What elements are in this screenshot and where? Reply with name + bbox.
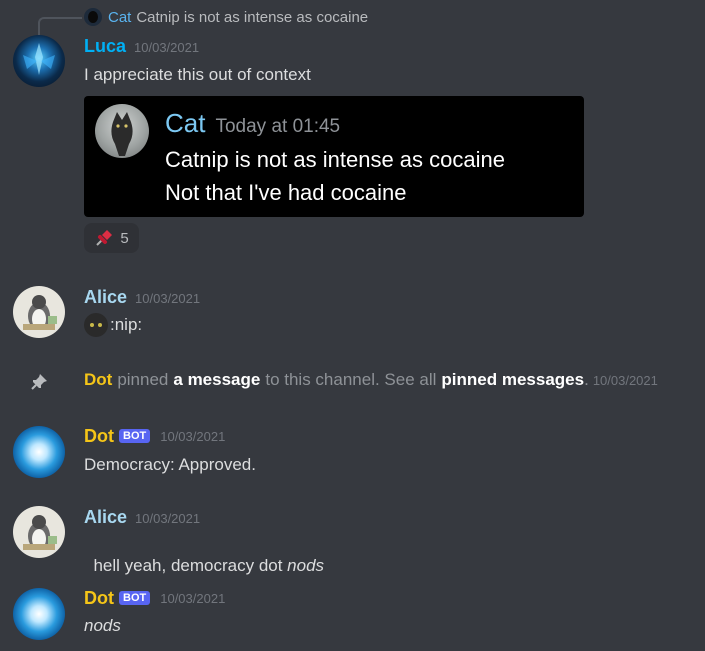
message-text: Democracy: Approved.: [84, 455, 256, 474]
message-text: I appreciate this out of context: [84, 65, 311, 84]
embed-author[interactable]: Cat: [165, 108, 205, 139]
message-embed: Cat Today at 01:45 Catnip is not as inte…: [84, 96, 584, 217]
timestamp: 10/03/2021: [134, 40, 200, 55]
message-text-italic: nods: [287, 556, 325, 575]
author-name[interactable]: Dot: [84, 426, 114, 447]
avatar-luca[interactable]: [13, 35, 65, 87]
message-text: :nip:: [110, 315, 143, 334]
nip-emoji-icon[interactable]: [84, 313, 108, 337]
avatar-dot[interactable]: [13, 426, 65, 478]
pin-icon: [31, 374, 47, 390]
system-text-3: .: [584, 370, 589, 389]
author-name[interactable]: Alice: [84, 287, 127, 308]
reaction-count: 5: [120, 229, 129, 247]
bot-badge: BOT: [119, 590, 151, 605]
timestamp: 10/03/2021: [135, 291, 201, 306]
pinned-messages-link[interactable]: pinned messages: [441, 370, 584, 390]
reply-preview[interactable]: Cat Catnip is not as intense as cocaine: [84, 8, 368, 26]
pushpin-icon: [96, 230, 113, 246]
bot-badge: BOT: [119, 428, 151, 443]
timestamp: 10/03/2021: [135, 511, 201, 526]
embed-avatar: [95, 104, 149, 158]
embed-timestamp: Today at 01:45: [215, 116, 341, 137]
system-actor[interactable]: Dot: [84, 370, 112, 390]
reply-avatar-icon: [84, 8, 102, 26]
message-text-italic: nods: [84, 616, 121, 635]
timestamp: 10/03/2021: [592, 373, 658, 388]
system-text-2: to this channel. See all: [265, 370, 437, 389]
embed-line-1: Catnip is not as intense as cocaine: [165, 147, 505, 172]
reply-text[interactable]: Catnip is not as intense as cocaine: [136, 9, 368, 26]
timestamp: 10/03/2021: [160, 429, 226, 444]
pinned-message-link[interactable]: a message: [173, 370, 260, 390]
reaction-pushpin[interactable]: 5: [84, 223, 139, 253]
embed-line-2: Not that I've had cocaine: [165, 180, 407, 205]
avatar-dot[interactable]: [13, 588, 65, 640]
avatar-alice[interactable]: [13, 506, 65, 558]
reply-author[interactable]: Cat: [108, 9, 131, 26]
author-name[interactable]: Alice: [84, 507, 127, 528]
system-text-1: pinned: [117, 370, 169, 389]
avatar-alice[interactable]: [13, 286, 65, 338]
author-name[interactable]: Dot: [84, 588, 114, 609]
message-text: hell yeah, democracy dot: [93, 556, 288, 575]
author-name[interactable]: Luca: [84, 36, 126, 57]
timestamp: 10/03/2021: [160, 591, 226, 606]
